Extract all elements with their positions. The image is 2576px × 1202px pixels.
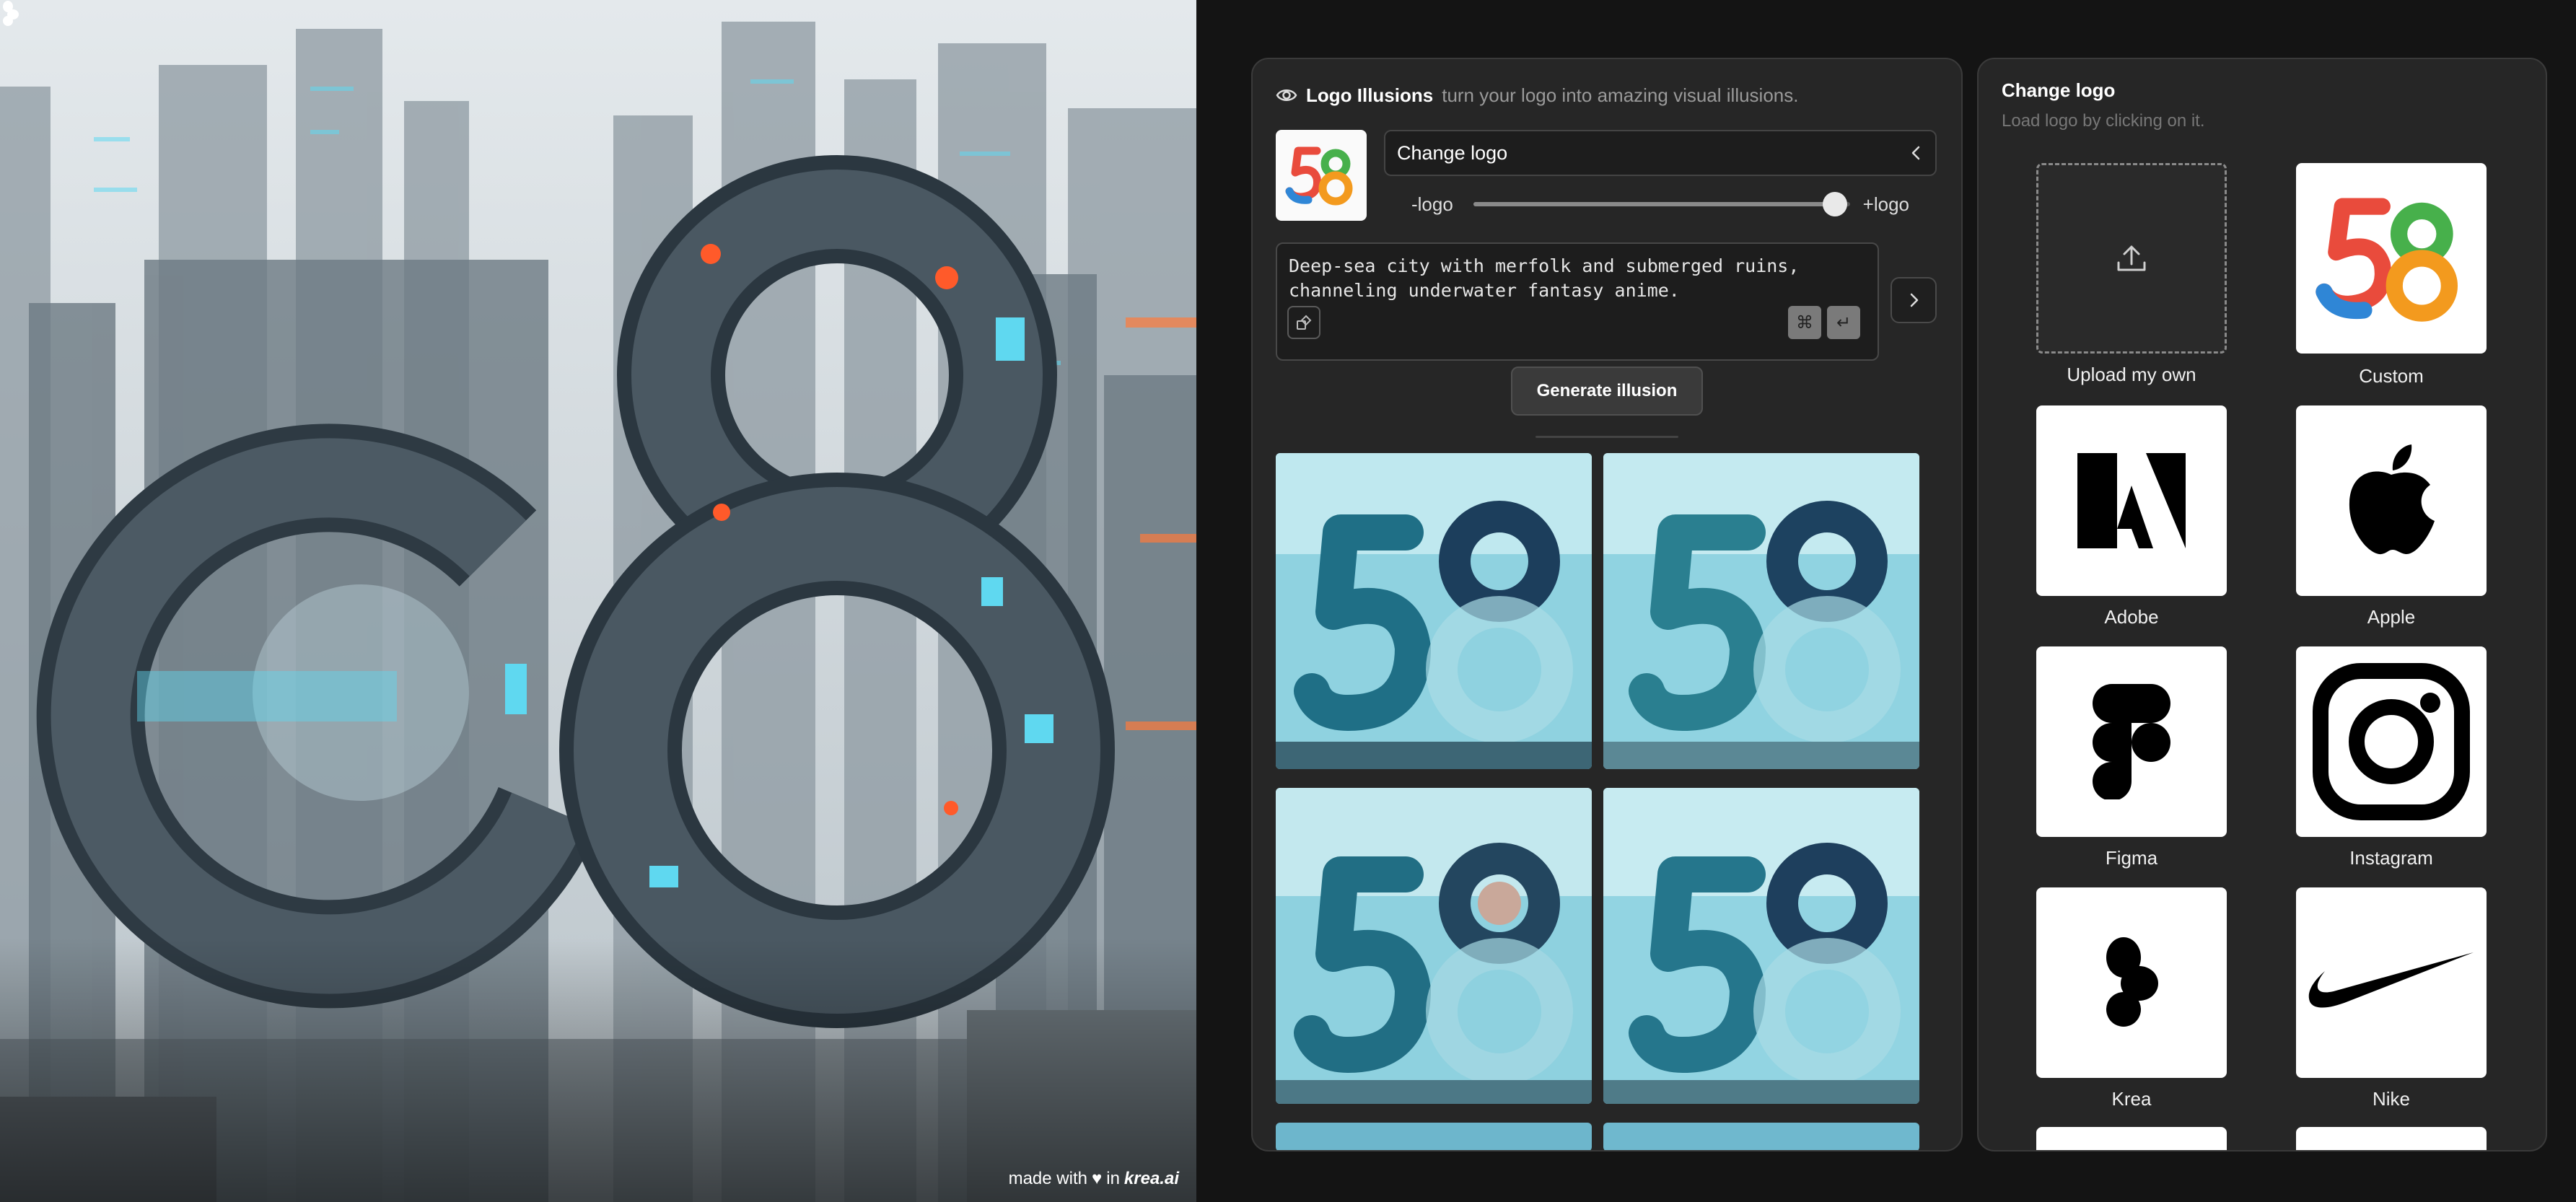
underwater-58-image [1603, 788, 1919, 1104]
tile-label-figma: Figma [2105, 847, 2158, 869]
apple-logo-tile[interactable] [2296, 405, 2487, 596]
figma-logo-icon [2093, 684, 2170, 799]
prompt-text[interactable]: Deep-sea city with merfolk and submerged… [1289, 254, 1859, 303]
current-logo-thumbnail[interactable] [1276, 130, 1367, 221]
shapes-icon [1297, 315, 1312, 330]
logo-tile-partial[interactable] [2036, 1127, 2227, 1150]
figma-logo-tile[interactable] [2036, 646, 2227, 837]
prompt-textarea[interactable]: Deep-sea city with merfolk and submerged… [1276, 242, 1879, 361]
made-with-caption: made with ♥ in krea.ai [1009, 1169, 1179, 1189]
tile-label-krea: Krea [2111, 1088, 2152, 1110]
chevron-left-icon [1911, 146, 1920, 160]
tile-label-instagram: Instagram [2349, 847, 2433, 869]
result-image-5[interactable] [1276, 1123, 1592, 1150]
hero-image: made with ♥ in krea.ai [0, 0, 1196, 1202]
section-divider [1535, 436, 1678, 438]
instagram-logo-icon [2313, 663, 2470, 820]
upload-logo-tile[interactable] [2036, 163, 2227, 354]
instagram-logo-tile[interactable] [2296, 646, 2487, 837]
generate-illusion-button[interactable]: Generate illusion [1511, 367, 1703, 416]
adobe-logo-tile[interactable] [2036, 405, 2227, 596]
custom-58-logo-icon [1285, 146, 1353, 206]
underwater-58-image [1276, 788, 1592, 1104]
logo-strength-slider-row: -logo +logo [1411, 186, 1909, 222]
command-key-icon: ⌘ [1788, 306, 1821, 339]
caption-in: in [1106, 1169, 1120, 1188]
change-logo-title: Change logo [2002, 79, 2116, 101]
slider-max-label: +logo [1862, 193, 1909, 215]
custom-58-logo-icon [2316, 198, 2458, 322]
tile-label-custom: Custom [2359, 365, 2424, 387]
tile-label-nike: Nike [2372, 1088, 2410, 1110]
result-image-4[interactable] [1603, 788, 1919, 1104]
krea-logo-icon [2106, 937, 2158, 1027]
krea-logo-tile[interactable] [2036, 887, 2227, 1078]
logo-tile-partial[interactable] [2296, 1127, 2487, 1150]
eye-icon [1276, 89, 1297, 101]
change-logo-panel: Change logo Load logo by clicking on it.… [1977, 58, 2547, 1151]
logo-strength-slider[interactable] [1473, 192, 1850, 216]
underwater-58-image [1603, 453, 1919, 769]
result-image-2[interactable] [1603, 453, 1919, 769]
result-image-3[interactable] [1276, 788, 1592, 1104]
enter-key-icon: ↵ [1827, 306, 1860, 339]
panel-subtitle: turn your logo into amazing visual illus… [1442, 84, 1799, 106]
slider-fill [1473, 202, 1835, 206]
tile-label-upload: Upload my own [2067, 364, 2196, 385]
tile-label-apple: Apple [2367, 606, 2416, 628]
apple-logo-icon [2349, 444, 2435, 555]
underwater-58-image [1276, 453, 1592, 769]
change-logo-dropdown[interactable]: Change logo [1384, 130, 1937, 176]
chevron-right-icon [1910, 293, 1919, 307]
nike-logo-tile[interactable] [2296, 887, 2487, 1078]
krea-logo-icon [3, 1, 19, 26]
caption-prefix: made with [1008, 1169, 1087, 1188]
panel-title: Logo Illusions [1306, 84, 1434, 106]
heart-icon: ♥ [1091, 1169, 1103, 1188]
next-arrow-button[interactable] [1891, 277, 1937, 323]
underwater-58-image [1276, 1123, 1592, 1150]
result-image-1[interactable] [1276, 453, 1592, 769]
slider-thumb[interactable] [1822, 192, 1847, 216]
caption-brand-link[interactable]: krea.ai [1124, 1169, 1179, 1189]
underwater-58-image [1603, 1123, 1919, 1150]
custom-logo-tile[interactable] [2296, 163, 2487, 354]
logo-illusions-panel: Logo Illusions turn your logo into amazi… [1251, 58, 1963, 1151]
nike-logo-icon [2308, 952, 2474, 1008]
change-logo-subtitle: Load logo by clicking on it. [2002, 111, 2205, 131]
tile-label-adobe: Adobe [2104, 606, 2159, 628]
panel-header: Logo Illusions turn your logo into amazi… [1276, 81, 1798, 110]
upload-icon [2117, 245, 2146, 271]
slider-min-label: -logo [1411, 193, 1453, 215]
change-logo-label: Change logo [1397, 141, 1508, 164]
result-image-6[interactable] [1603, 1123, 1919, 1150]
prompt-style-button[interactable] [1287, 306, 1320, 339]
adobe-logo-icon [2077, 453, 2186, 548]
hero-artwork [0, 0, 1196, 1202]
